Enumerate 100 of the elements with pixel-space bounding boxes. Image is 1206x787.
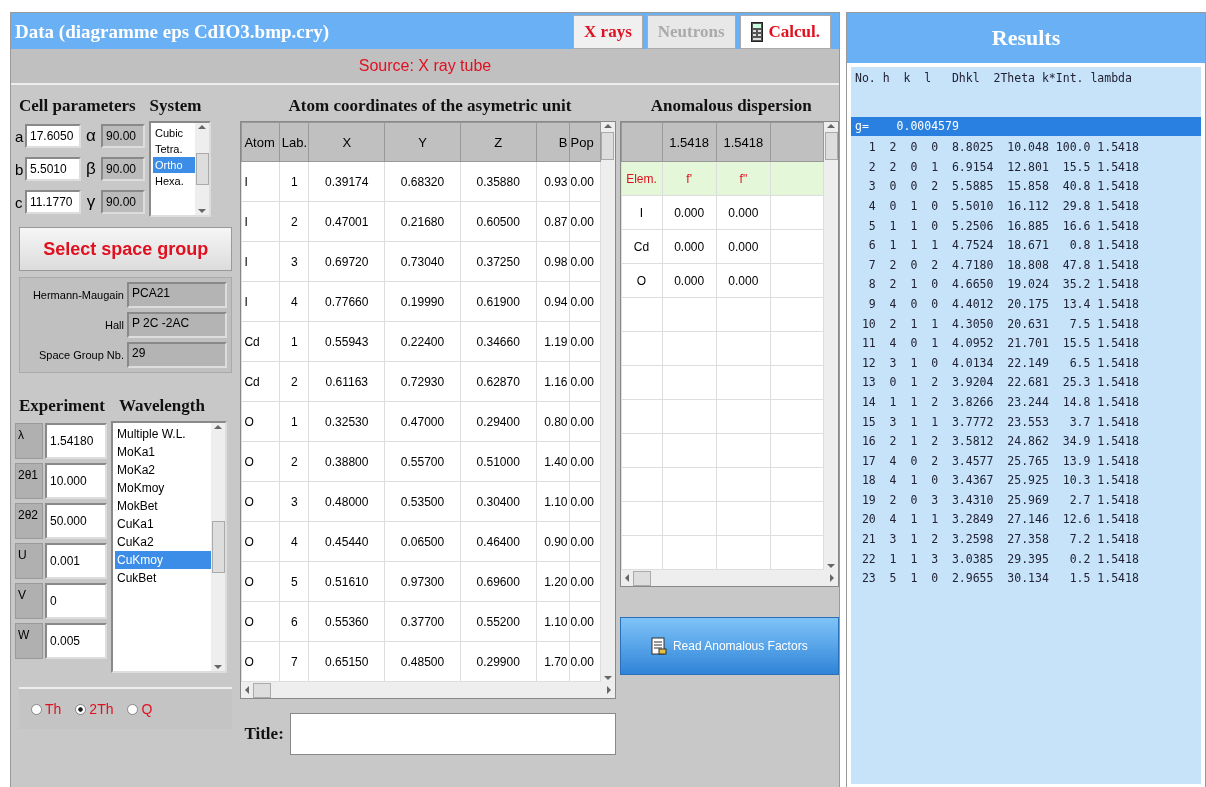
column-header[interactable]: Y <box>384 122 461 162</box>
input-field[interactable]: 0 <box>45 583 107 619</box>
table-cell: 0.38800 <box>308 441 385 482</box>
list-item[interactable]: CuKa1 <box>115 515 211 533</box>
list-item[interactable]: 4 0 1 0 5.5010 16.112 29.8 1.5418 <box>851 196 1201 217</box>
list-item[interactable]: 5 1 1 0 5.2506 16.885 16.6 1.5418 <box>851 216 1201 237</box>
input-field[interactable]: 90.00 <box>101 190 145 214</box>
input-field[interactable]: 11.1770 <box>25 190 81 214</box>
axis-label: c <box>15 193 23 211</box>
table-cell: 1 <box>279 161 309 202</box>
list-item[interactable]: 10 2 1 1 4.3050 20.631 7.5 1.5418 <box>851 314 1201 335</box>
list-item[interactable]: Hexa. <box>153 173 195 189</box>
table-cell: 0.61900 <box>460 281 537 322</box>
table-cell: Elem. <box>621 161 663 196</box>
table-cell: 0.51000 <box>460 441 537 482</box>
table-cell: 0.46400 <box>460 521 537 562</box>
list-item[interactable]: 9 4 0 0 4.4012 20.175 13.4 1.5418 <box>851 294 1201 315</box>
parameter-label: U <box>15 543 43 579</box>
table-cell: 0.000 <box>716 195 771 230</box>
table-cell: 0.60500 <box>460 201 537 242</box>
calculate-button[interactable]: Calcul. <box>739 15 831 49</box>
list-item[interactable]: MoKa2 <box>115 461 211 479</box>
list-item[interactable]: 12 3 1 0 4.0134 22.149 6.5 1.5418 <box>851 353 1201 374</box>
list-item[interactable]: 15 3 1 1 3.7772 23.553 3.7 1.5418 <box>851 412 1201 433</box>
table-cell: 1.16 <box>536 361 570 402</box>
list-item[interactable]: MoKmoy <box>115 479 211 497</box>
column-header[interactable]: 1.5418 <box>662 122 717 162</box>
system-list[interactable]: Cubic Tetra. Ortho Hexa. <box>149 121 211 217</box>
list-item[interactable]: 2 2 0 1 6.9154 12.801 15.5 1.5418 <box>851 157 1201 178</box>
table-cell: O <box>241 521 280 562</box>
input-field[interactable]: 0.001 <box>45 543 107 579</box>
input-field[interactable]: 90.00 <box>101 157 145 181</box>
column-header[interactable]: Pop <box>569 122 601 162</box>
table-cell: 4 <box>279 521 309 562</box>
table-cell: 0.00 <box>569 481 601 522</box>
column-header[interactable]: Lab. <box>279 122 309 162</box>
table-cell: 1.20 <box>536 561 570 602</box>
list-item[interactable]: 23 5 1 0 2.9655 30.134 1.5 1.5418 <box>851 569 1201 589</box>
list-item[interactable]: 21 3 1 2 3.2598 27.358 7.2 1.5418 <box>851 530 1201 550</box>
table-cell: 0.06500 <box>384 521 461 562</box>
list-item[interactable]: 19 2 0 3 3.4310 25.969 2.7 1.5418 <box>851 490 1201 511</box>
table-cell: 0.000 <box>662 229 717 264</box>
list-item[interactable]: MoKa1 <box>115 443 211 461</box>
list-item[interactable]: 20 4 1 1 3.2849 27.146 12.6 1.5418 <box>851 510 1201 531</box>
list-item[interactable]: CuKa2 <box>115 533 211 551</box>
input-field[interactable]: 17.6050 <box>25 124 81 148</box>
table-cell: 0.72930 <box>384 361 461 402</box>
list-item[interactable]: 6 1 1 1 4.7524 18.671 0.8 1.5418 <box>851 236 1201 256</box>
list-item[interactable]: 14 1 1 2 3.8266 23.244 14.8 1.5418 <box>851 392 1201 413</box>
table-cell: 0.29900 <box>460 641 537 682</box>
list-item[interactable]: Cubic <box>153 125 195 141</box>
title-input[interactable] <box>289 713 616 755</box>
list-item[interactable]: g= 0.0004579 <box>851 116 1201 137</box>
list-item[interactable]: 17 4 0 2 3.4577 25.765 13.9 1.5418 <box>851 451 1201 472</box>
tab[interactable]: X rays <box>573 15 643 49</box>
list-item[interactable]: 16 2 1 2 3.5812 24.862 34.9 1.5418 <box>851 432 1201 452</box>
table-cell: 0.34660 <box>460 321 537 362</box>
table-cell: 0.00 <box>569 361 601 402</box>
list-item[interactable]: 7 2 0 2 4.7180 18.808 47.8 1.5418 <box>851 255 1201 276</box>
table-cell: 0.30400 <box>460 481 537 522</box>
table-cell: I <box>621 195 663 230</box>
column-header[interactable]: Atom <box>241 122 280 162</box>
section-heading: Anomalous dispersion <box>650 96 812 116</box>
table-cell: 0.47000 <box>384 401 461 442</box>
panel-title: Results <box>991 25 1061 51</box>
column-header[interactable]: 1.5418 <box>716 122 771 162</box>
table-cell: O <box>241 561 280 602</box>
select-space-group-button[interactable]: Select space group <box>19 227 233 271</box>
table-cell: 0.65150 <box>308 641 385 682</box>
wavelength-list[interactable]: Multiple W.L. MoKa1 MoKa2 MoKmoy MokBet CuKa1 CuKa2 CuKmoy CukBet <box>111 421 227 673</box>
list-item[interactable]: 11 4 0 1 4.0952 21.701 15.5 1.5418 <box>851 334 1201 354</box>
input-field[interactable]: 50.000 <box>45 503 107 539</box>
input-field[interactable]: 0.005 <box>45 623 107 659</box>
table-cell: 0.000 <box>716 229 771 264</box>
table-cell: 0.45440 <box>308 521 385 562</box>
list-item[interactable]: 13 0 1 2 3.9204 22.681 25.3 1.5418 <box>851 373 1201 393</box>
input-field[interactable]: 5.5010 <box>25 157 81 181</box>
table-cell: Cd <box>621 229 663 264</box>
list-item[interactable]: 18 4 1 0 3.4367 25.925 10.3 1.5418 <box>851 471 1201 491</box>
document-icon <box>650 637 667 655</box>
list-item[interactable]: Multiple W.L. <box>115 425 211 443</box>
input-field[interactable]: 1.54180 <box>45 423 107 459</box>
table-cell: 0.37700 <box>384 601 461 642</box>
list-item[interactable]: CukBet <box>115 569 211 587</box>
table-cell: 0.73040 <box>384 241 461 282</box>
column-header[interactable]: Z <box>460 122 537 162</box>
list-item[interactable]: 3 0 0 2 5.5885 15.858 40.8 1.5418 <box>851 177 1201 197</box>
list-item[interactable]: Tetra. <box>153 141 195 157</box>
column-header[interactable]: X <box>308 122 385 162</box>
table-cell: 0.55700 <box>384 441 461 482</box>
table-cell: 1.10 <box>536 481 570 522</box>
column-header[interactable]: B <box>536 122 570 162</box>
list-item[interactable]: 1 2 0 0 8.8025 10.048 100.0 1.5418 <box>851 138 1201 158</box>
input-field[interactable]: 10.000 <box>45 463 107 499</box>
list-item[interactable]: 8 2 1 0 4.6650 19.024 35.2 1.5418 <box>851 275 1201 295</box>
input-field[interactable]: 90.00 <box>101 124 145 148</box>
table-cell: 0.47001 <box>308 201 385 242</box>
list-item[interactable]: MokBet <box>115 497 211 515</box>
table-cell: O <box>241 401 280 442</box>
list-item[interactable]: 22 1 1 3 3.0385 29.395 0.2 1.5418 <box>851 549 1201 570</box>
